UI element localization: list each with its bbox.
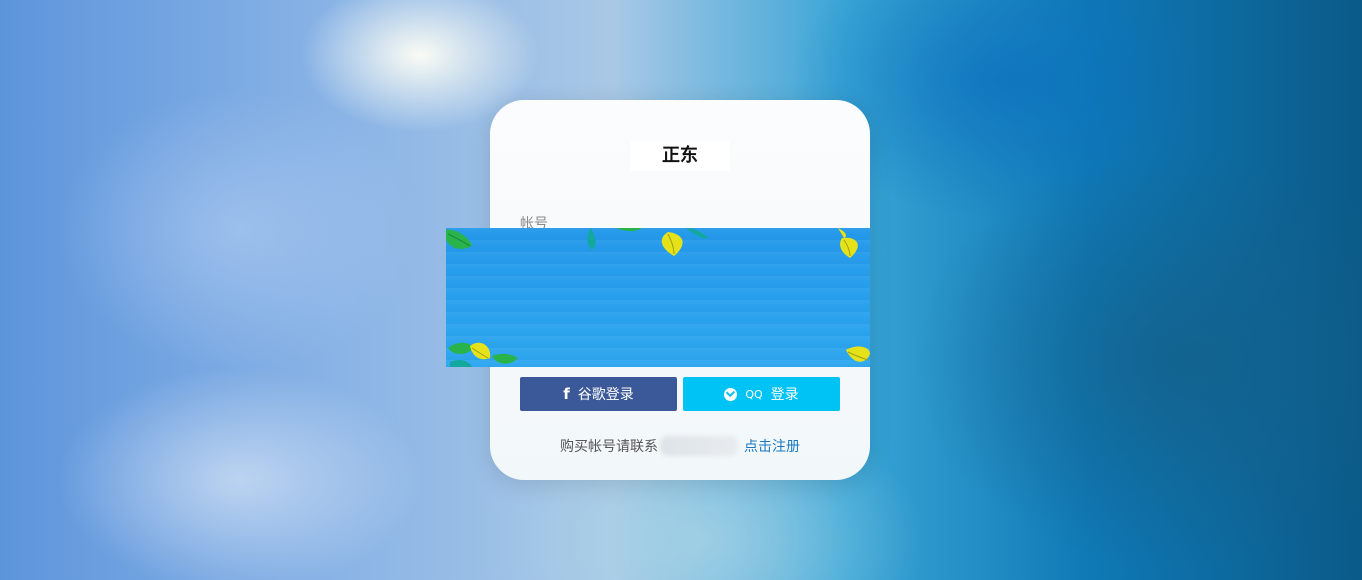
facebook-icon: f (563, 385, 570, 403)
register-link[interactable]: 点击注册 (744, 436, 800, 456)
leaf-decoration (446, 228, 870, 367)
footer-contact: 购买帐号请联系 点击注册 (560, 436, 800, 456)
site-title: 正东 (630, 141, 730, 171)
leaf-banner-image (446, 228, 870, 367)
qq-login-label: 登录 (770, 387, 799, 403)
qq-login-button[interactable]: QQ 登录 (683, 377, 840, 411)
qq-chat-icon (724, 387, 738, 401)
google-login-button[interactable]: f 谷歌登录 (520, 377, 677, 411)
google-login-label: 谷歌登录 (577, 387, 634, 403)
qq-badge: QQ (745, 387, 763, 401)
purchase-contact-text: 购买帐号请联系 (560, 439, 658, 455)
redacted-contact (660, 436, 738, 456)
